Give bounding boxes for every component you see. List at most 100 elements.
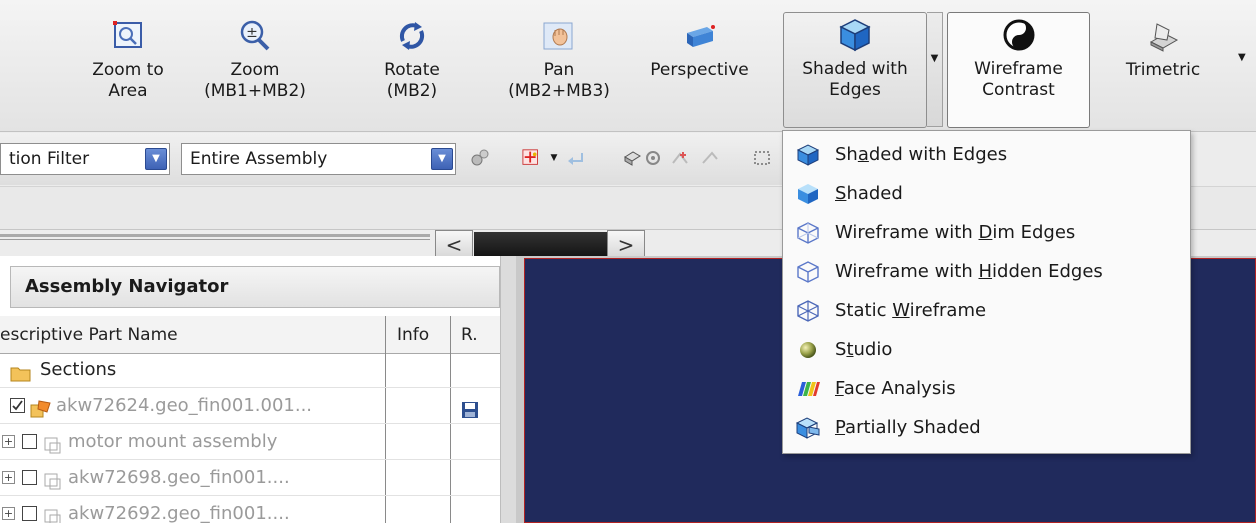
menu-item-shaded-with-edges[interactable]: Shaded with Edges: [783, 135, 1190, 174]
menu-text: ded with Edges: [868, 144, 1008, 165]
snap-arc-icon[interactable]: [700, 148, 720, 168]
view-section-icon[interactable]: [622, 148, 642, 168]
undo-icon[interactable]: [566, 148, 586, 168]
shaded-edges-icon: [793, 143, 823, 166]
wireframe-contrast-button[interactable]: Wireframe Contrast: [947, 12, 1090, 128]
selection-filter-dropdown[interactable]: tion Filter ▼: [0, 143, 170, 175]
assembly-icon: [42, 504, 64, 523]
selection-toolbar: tion Filter ▼ Entire Assembly ▼ ▼: [0, 133, 790, 185]
column-header-reference[interactable]: R.: [461, 316, 478, 354]
perspective-button[interactable]: Perspective: [637, 14, 762, 126]
mnemonic: H: [978, 261, 993, 282]
rectangle-select-icon[interactable]: [752, 148, 772, 168]
perspective-icon: [681, 18, 719, 54]
zoom-to-area-button[interactable]: Zoom to Area: [78, 14, 178, 126]
rotate-button[interactable]: Rotate (MB2): [362, 14, 462, 126]
shaded-cube-icon: [836, 17, 874, 53]
checkbox[interactable]: [22, 506, 37, 521]
rotate-icon: [393, 18, 431, 54]
menu-text: Wireframe with: [835, 222, 979, 243]
selection-filter-value: tion Filter: [9, 149, 90, 169]
chevron-down-icon[interactable]: ▼: [431, 148, 453, 170]
navigator-column-header: escriptive Part Name Info R.: [0, 316, 500, 354]
mnemonic: F: [835, 378, 844, 399]
ribbon-overflow-arrow[interactable]: ▼: [1238, 52, 1246, 63]
view-ribbon: Zoom to Area ± Zoom (MB1+MB2) Rotate (MB…: [0, 0, 1256, 132]
static-wireframe-icon: [793, 299, 823, 322]
zoom-to-area-label: Zoom to Area: [92, 60, 164, 101]
rendering-style-menu: Shaded with Edges Shaded Wireframe with …: [782, 130, 1191, 454]
partially-shaded-icon: [793, 416, 823, 439]
menu-text: Static: [835, 300, 893, 321]
pan-label: Pan (MB2+MB3): [508, 60, 610, 101]
mnemonic: a: [857, 144, 869, 165]
filter-settings-icon[interactable]: [470, 148, 490, 168]
navigator-scrollbar[interactable]: [500, 256, 516, 523]
trimetric-button[interactable]: Trimetric: [1108, 14, 1218, 126]
scroll-thumb[interactable]: [474, 232, 607, 259]
expand-icon[interactable]: +: [2, 435, 15, 448]
svg-text:±: ±: [246, 25, 258, 41]
scope-value: Entire Assembly: [190, 149, 328, 169]
menu-item-face-analysis[interactable]: Face Analysis: [783, 369, 1190, 408]
zoom-icon: ±: [236, 18, 274, 54]
menu-text: ace Analysis: [843, 378, 956, 399]
zoom-button[interactable]: ± Zoom (MB1+MB2): [195, 14, 315, 126]
wireframe-contrast-label: Wireframe Contrast: [974, 59, 1063, 100]
wireframe-hidden-icon: [793, 260, 823, 283]
mnemonic: t: [846, 339, 854, 360]
face-analysis-icon: [793, 378, 823, 400]
trimetric-label: Trimetric: [1125, 60, 1201, 80]
mnemonic: S: [835, 183, 847, 204]
checkbox[interactable]: [22, 470, 37, 485]
tree-row-label: akw72692.geo_fin001....: [68, 503, 290, 523]
shaded-with-edges-button[interactable]: Shaded with Edges: [783, 12, 927, 128]
tree-row-label: motor mount assembly: [68, 431, 278, 452]
checkbox-checked[interactable]: [10, 398, 25, 413]
menu-text: Sh: [835, 144, 858, 165]
column-header-name[interactable]: escriptive Part Name: [0, 316, 178, 354]
menu-text: artially Shaded: [845, 417, 981, 438]
pan-button[interactable]: Pan (MB2+MB3): [494, 14, 624, 126]
snap-node-icon[interactable]: [670, 148, 690, 168]
shaded-icon: [793, 183, 823, 205]
rotate-label: Rotate (MB2): [384, 60, 440, 101]
expand-icon[interactable]: +: [2, 471, 15, 484]
chevron-down-icon[interactable]: ▼: [145, 148, 167, 170]
menu-text: Wireframe with: [835, 261, 979, 282]
divider: [0, 234, 430, 237]
pan-icon: [540, 18, 578, 54]
tree-row-label: Sections: [40, 359, 117, 380]
navigator-title[interactable]: Assembly Navigator: [10, 266, 500, 308]
shaded-with-edges-label: Shaded with Edges: [802, 59, 908, 100]
menu-item-static-wireframe[interactable]: Static Wireframe: [783, 291, 1190, 330]
contrast-icon: [1000, 17, 1038, 53]
tree-row-sections[interactable]: Sections: [0, 352, 500, 388]
menu-text: udio: [853, 339, 893, 360]
scope-dropdown[interactable]: Entire Assembly ▼: [181, 143, 456, 175]
orient-view-icon[interactable]: [645, 148, 665, 168]
tree-row-top-assembly[interactable]: akw72624.geo_fin001.001...: [0, 388, 500, 424]
tree-row-component[interactable]: + akw72698.geo_fin001....: [0, 460, 500, 496]
column-header-info[interactable]: Info: [397, 316, 429, 354]
menu-text: haded: [846, 183, 903, 204]
menu-item-wireframe-dim-edges[interactable]: Wireframe with Dim Edges: [783, 213, 1190, 252]
mnemonic: P: [835, 417, 846, 438]
tree-row-motor-mount[interactable]: + motor mount assembly: [0, 424, 500, 460]
expand-icon[interactable]: +: [2, 507, 15, 520]
mnemonic: D: [978, 222, 993, 243]
divider: [0, 239, 430, 240]
menu-text: im Edges: [992, 222, 1076, 243]
checkbox[interactable]: [22, 434, 37, 449]
studio-sphere-icon: [793, 339, 823, 361]
snap-dropdown-arrow[interactable]: ▼: [544, 148, 564, 168]
menu-item-studio[interactable]: Studio: [783, 330, 1190, 369]
menu-item-wireframe-hidden-edges[interactable]: Wireframe with Hidden Edges: [783, 252, 1190, 291]
tree-row-component[interactable]: + akw72692.geo_fin001....: [0, 496, 500, 523]
snap-point-icon[interactable]: [522, 148, 542, 168]
display-style-dropdown-arrow[interactable]: ▼: [927, 12, 943, 127]
tree-row-label: akw72698.geo_fin001....: [68, 467, 290, 488]
menu-item-shaded[interactable]: Shaded: [783, 174, 1190, 213]
menu-item-partially-shaded[interactable]: Partially Shaded: [783, 408, 1190, 447]
menu-text: idden Edges: [992, 261, 1103, 282]
